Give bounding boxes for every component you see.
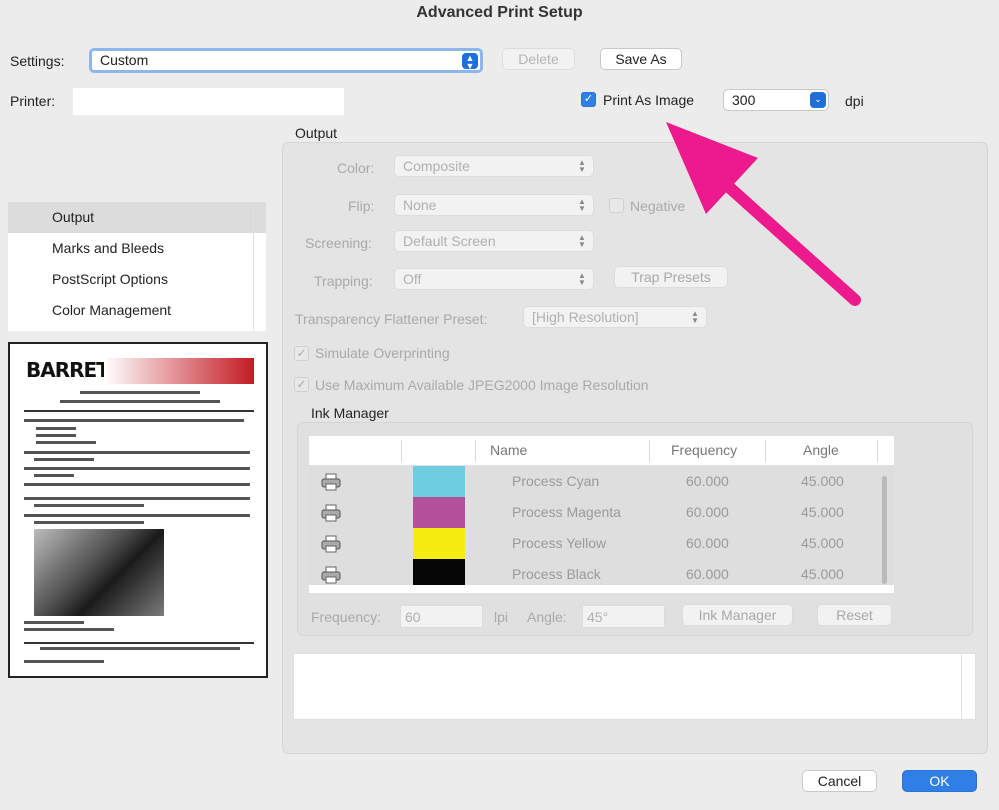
settings-select[interactable]: Custom ▲ ▼	[89, 48, 483, 73]
summary-area[interactable]	[293, 653, 976, 720]
ink-table-scrollbar[interactable]	[882, 476, 887, 584]
page-preview: BARRETO	[8, 342, 268, 678]
frequency-unit: lpi	[494, 609, 509, 625]
table-row[interactable]: Process Cyan 60.000 45.000	[309, 466, 894, 497]
screening-select[interactable]: Default Screen ▲ ▼	[394, 230, 594, 252]
simulate-overprinting-label: Simulate Overprinting	[315, 345, 450, 361]
ink-angle: 45.000	[801, 535, 844, 551]
trapping-select[interactable]: Off ▲ ▼	[394, 268, 594, 290]
flip-select-value: None	[403, 197, 437, 213]
flattener-label: Transparency Flattener Preset:	[295, 311, 488, 327]
dpi-select[interactable]: 300 ⌄	[723, 89, 829, 111]
save-as-button[interactable]: Save As	[600, 48, 682, 70]
ink-angle: 45.000	[801, 473, 844, 489]
jpeg2000-label: Use Maximum Available JPEG2000 Image Res…	[315, 377, 649, 393]
window-title: Advanced Print Setup	[416, 4, 583, 21]
ok-button[interactable]: OK	[902, 770, 977, 792]
screening-label: Screening:	[305, 235, 372, 251]
ink-table-header: Name Frequency Angle	[309, 436, 894, 466]
delete-button[interactable]: Delete	[502, 48, 575, 70]
print-as-image-label: Print As Image	[603, 92, 695, 108]
sidebar: Output Marks and Bleeds PostScript Optio…	[8, 202, 266, 331]
table-row[interactable]: Process Black 60.000 45.000	[309, 559, 894, 585]
ink-name: Process Black	[512, 566, 601, 582]
ink-swatch	[413, 528, 465, 559]
select-arrows-icon: ▲ ▼	[462, 53, 478, 71]
sidebar-item-label: PostScript Options	[52, 271, 168, 287]
jpeg2000-checkbox[interactable]: ✓	[294, 377, 309, 392]
ink-swatch	[413, 497, 465, 528]
column-header-frequency[interactable]: Frequency	[671, 442, 737, 458]
summary-scrollbar[interactable]	[961, 654, 962, 719]
simulate-overprinting-checkbox[interactable]: ✓	[294, 346, 309, 361]
select-arrows-icon: ▲ ▼	[578, 271, 586, 287]
angle-label: Angle:	[527, 609, 567, 625]
printer-label: Printer:	[10, 93, 56, 109]
cancel-button[interactable]: Cancel	[802, 770, 877, 792]
column-header-name[interactable]: Name	[490, 442, 527, 458]
screening-select-value: Default Screen	[403, 233, 496, 249]
sidebar-item-label: Output	[52, 209, 95, 225]
flattener-select-value: [High Resolution]	[532, 309, 639, 325]
ink-name: Process Cyan	[512, 473, 600, 489]
select-arrows-icon: ▲ ▼	[578, 233, 586, 249]
sidebar-item-color-management[interactable]: Color Management	[8, 295, 266, 326]
reset-button[interactable]: Reset	[817, 604, 892, 626]
select-arrows-icon: ▲ ▼	[578, 158, 586, 174]
printer-field[interactable]	[73, 88, 344, 115]
sidebar-item-marks-and-bleeds[interactable]: Marks and Bleeds	[8, 233, 266, 264]
ink-manager-header: Ink Manager	[311, 405, 389, 421]
ink-frequency: 60.000	[686, 473, 729, 489]
sidebar-item-output[interactable]: Output	[8, 202, 266, 233]
color-label: Color:	[337, 160, 375, 176]
sidebar-scrollbar[interactable]	[253, 202, 254, 331]
trapping-select-value: Off	[403, 271, 422, 287]
trapping-label: Trapping:	[314, 273, 373, 289]
chevron-down-icon: ⌄	[810, 92, 826, 108]
settings-select-value: Custom	[100, 52, 149, 68]
dpi-select-value: 300	[732, 92, 756, 108]
preview-header-bar	[104, 358, 254, 384]
output-header: Output	[295, 125, 338, 141]
select-arrows-icon: ▲ ▼	[691, 309, 699, 325]
frequency-label: Frequency:	[311, 609, 382, 625]
column-header-angle[interactable]: Angle	[803, 442, 839, 458]
table-row[interactable]: Process Magenta 60.000 45.000	[309, 497, 894, 528]
preview-photo	[34, 529, 164, 616]
ink-name: Process Yellow	[512, 535, 607, 551]
dpi-unit-label: dpi	[845, 93, 864, 109]
ink-swatch	[413, 559, 465, 585]
printer-icon	[321, 473, 341, 491]
settings-label: Settings:	[10, 53, 65, 69]
sidebar-item-label: Marks and Bleeds	[52, 240, 165, 256]
ink-angle: 45.000	[801, 566, 844, 582]
color-select-value: Composite	[403, 158, 470, 174]
ink-swatch	[413, 466, 465, 497]
printer-icon	[321, 566, 341, 584]
ink-angle: 45.000	[801, 504, 844, 520]
angle-input[interactable]: 45°	[582, 605, 665, 628]
printer-icon	[321, 535, 341, 553]
sidebar-item-label: Color Management	[52, 302, 172, 318]
print-as-image-checkbox[interactable]: ✓	[581, 92, 596, 107]
printer-icon	[321, 504, 341, 522]
flip-label: Flip:	[348, 198, 375, 214]
ink-frequency: 60.000	[686, 535, 729, 551]
annotation-arrow-icon	[666, 122, 861, 306]
ink-frequency: 60.000	[686, 504, 729, 520]
ink-name: Process Magenta	[512, 504, 621, 520]
sidebar-item-postscript-options[interactable]: PostScript Options	[8, 264, 266, 295]
select-arrows-icon: ▲ ▼	[578, 197, 586, 213]
table-row[interactable]: Process Yellow 60.000 45.000	[309, 528, 894, 559]
ink-table: Name Frequency Angle Process Cyan 60.000…	[309, 436, 894, 593]
negative-checkbox[interactable]	[609, 198, 624, 213]
ink-frequency: 60.000	[686, 566, 729, 582]
flip-select[interactable]: None ▲ ▼	[394, 194, 594, 216]
ink-manager-button[interactable]: Ink Manager	[682, 604, 793, 626]
color-select[interactable]: Composite ▲ ▼	[394, 155, 594, 177]
frequency-input[interactable]: 60	[400, 605, 483, 628]
